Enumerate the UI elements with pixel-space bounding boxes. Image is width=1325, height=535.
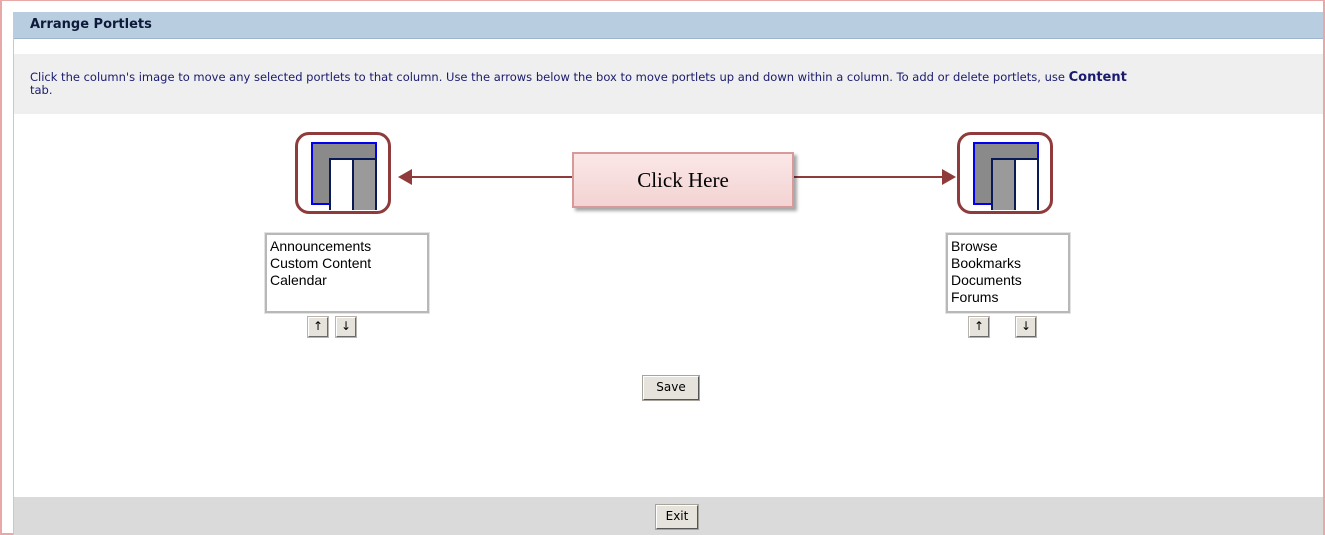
list-item[interactable]: Browse (951, 238, 1065, 255)
right-column-list[interactable]: Browse Bookmarks Documents Forums (945, 232, 1071, 314)
instructions-tail: tab. (30, 83, 53, 97)
exit-button[interactable]: Exit (655, 504, 699, 530)
callout-arrow-right-line (794, 176, 944, 178)
left-column-button[interactable] (295, 132, 391, 214)
save-button[interactable]: Save (642, 375, 700, 401)
left-column-icon (311, 142, 377, 210)
instructions-body: Click the column's image to move any sel… (30, 70, 1069, 84)
list-item[interactable]: Calendar (270, 272, 424, 289)
list-item[interactable]: Forums (951, 289, 1065, 306)
list-item[interactable]: Announcements (270, 238, 424, 255)
title-bar: Arrange Portlets (14, 12, 1323, 39)
arrow-down-icon: ↓ (1020, 319, 1032, 333)
right-column-icon (973, 142, 1039, 210)
footer-bar: Exit (14, 497, 1323, 535)
left-move-down-button[interactable]: ↓ (335, 316, 357, 338)
arrow-up-icon: ↑ (312, 319, 324, 333)
arrow-up-icon: ↑ (973, 319, 985, 333)
page-title: Arrange Portlets (30, 17, 152, 32)
arrow-down-icon: ↓ (340, 319, 352, 333)
right-move-down-button[interactable]: ↓ (1015, 316, 1037, 338)
callout-arrow-left-head (398, 169, 412, 185)
list-item[interactable]: Bookmarks (951, 255, 1065, 272)
click-here-callout: Click Here (572, 152, 794, 208)
instructions-text: Click the column's image to move any sel… (30, 71, 1321, 97)
arrange-portlets-panel: Arrange Portlets Click the column's imag… (13, 12, 1323, 535)
left-column-list[interactable]: Announcements Custom Content Calendar (264, 232, 430, 314)
left-move-up-button[interactable]: ↑ (307, 316, 329, 338)
callout-label: Click Here (637, 168, 729, 192)
right-move-up-button[interactable]: ↑ (968, 316, 990, 338)
list-item[interactable]: Documents (951, 272, 1065, 289)
instructions-box: Click the column's image to move any sel… (14, 54, 1323, 114)
callout-arrow-right-head (942, 169, 956, 185)
content-tab-link[interactable]: Content (1069, 70, 1127, 85)
callout-arrow-left-line (410, 176, 574, 178)
right-column-button[interactable] (957, 132, 1053, 214)
list-item[interactable]: Custom Content (270, 255, 424, 272)
